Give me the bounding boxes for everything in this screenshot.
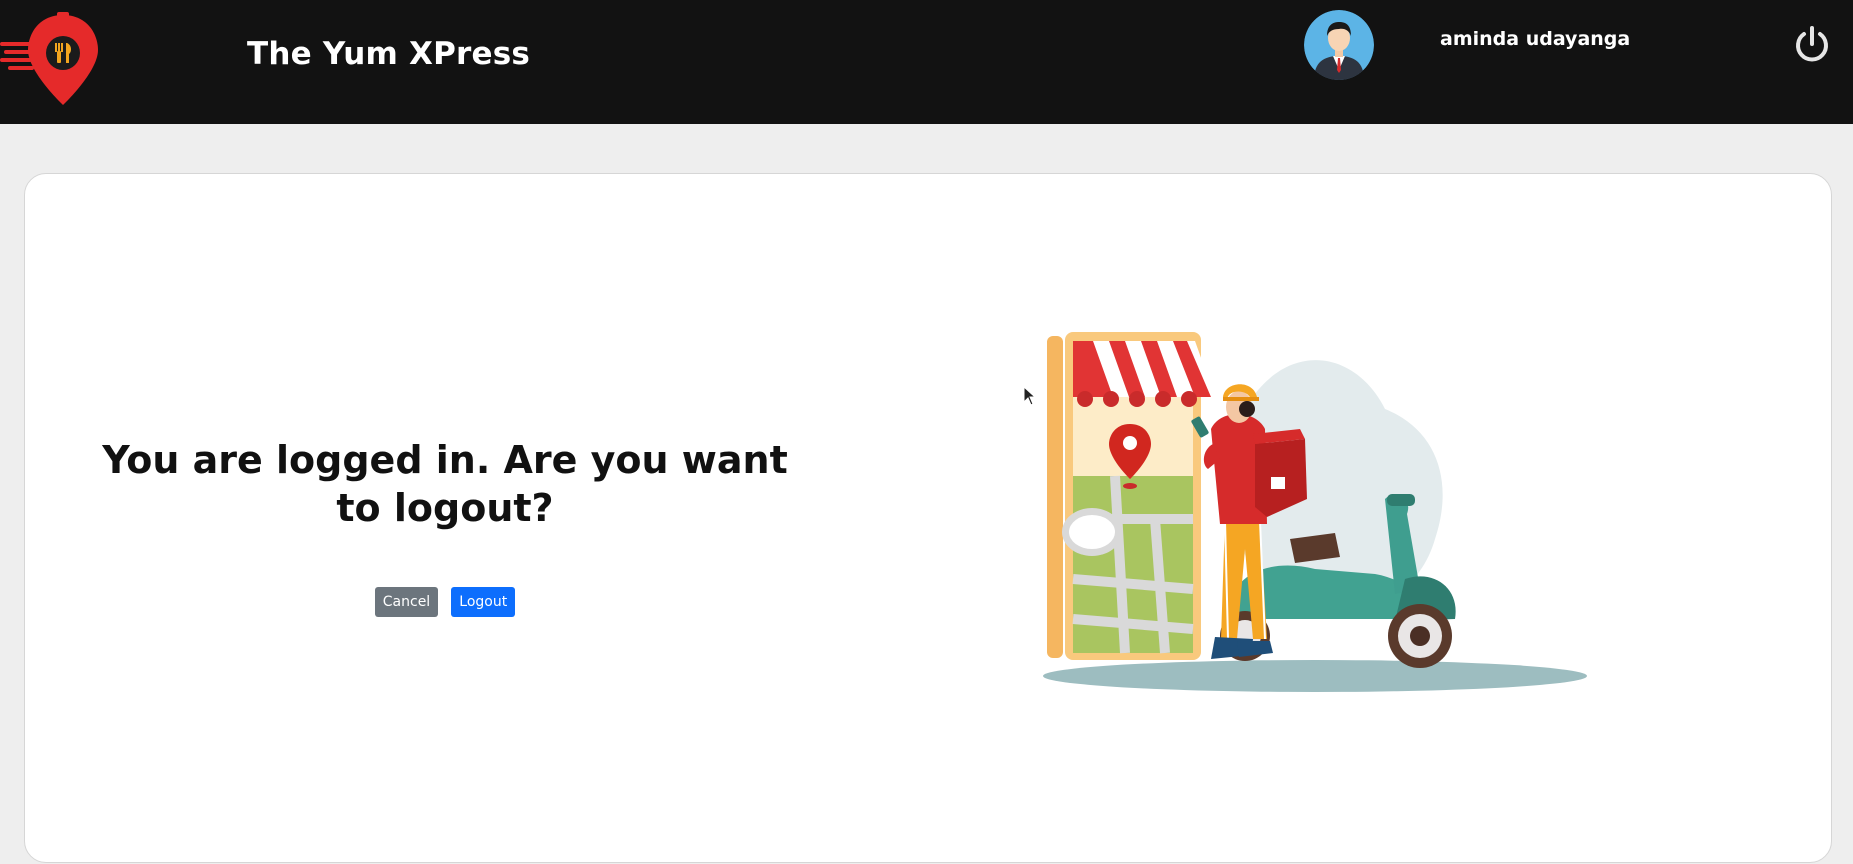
brand-logo-icon[interactable] bbox=[0, 10, 100, 110]
mouse-cursor-icon bbox=[1023, 386, 1037, 406]
top-navbar: The Yum XPress aminda udayanga bbox=[0, 0, 1853, 124]
user-avatar-icon[interactable] bbox=[1304, 10, 1374, 80]
logout-card: You are logged in. Are you want to logou… bbox=[24, 173, 1832, 863]
button-group: Cancel Logout bbox=[25, 587, 865, 617]
cancel-button[interactable]: Cancel bbox=[374, 587, 439, 617]
delivery-illustration bbox=[1043, 332, 1587, 692]
logout-button[interactable]: Logout bbox=[451, 587, 516, 617]
logout-message: You are logged in. Are you want to logou… bbox=[102, 438, 788, 530]
power-icon[interactable] bbox=[1792, 24, 1832, 64]
app-title: The Yum XPress bbox=[247, 36, 531, 72]
username-label: aminda udayanga bbox=[1440, 28, 1631, 50]
